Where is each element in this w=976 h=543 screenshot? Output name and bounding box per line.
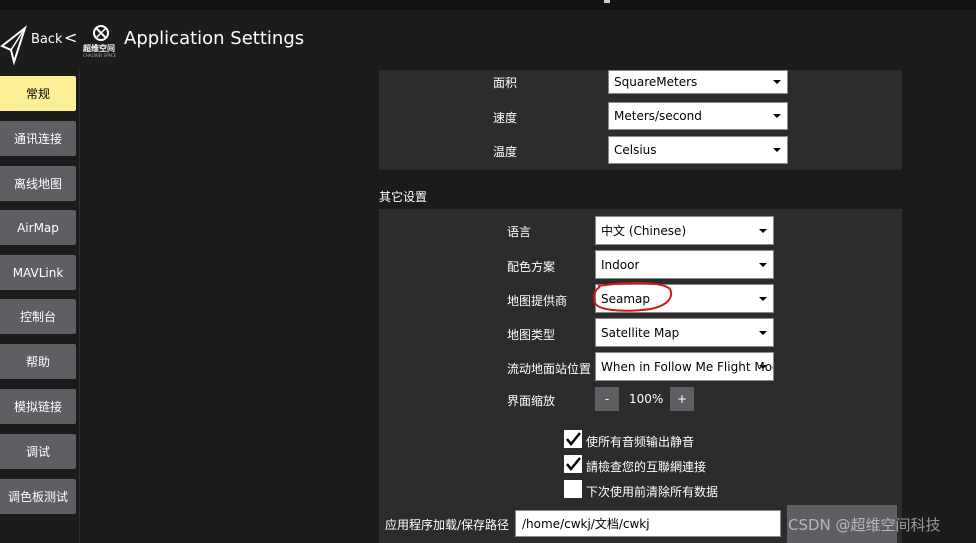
breadcrumb-separator: < <box>64 28 78 47</box>
mute-audio-checkbox[interactable] <box>564 430 582 448</box>
color-scheme-combo[interactable]: Indoor <box>595 250 774 279</box>
window-title-fragment <box>604 0 610 3</box>
clear-settings-checkbox[interactable] <box>564 480 582 498</box>
speed-units-value: Meters/second <box>614 109 702 123</box>
sidebar-item-mavlink[interactable]: MAVLink <box>0 255 76 290</box>
area-units-combo[interactable]: SquareMeters <box>608 70 788 94</box>
top-strip <box>0 0 976 10</box>
language-label: 语言 <box>507 225 532 239</box>
chevron-down-icon <box>759 296 767 301</box>
brand-logo-subtext: CHAOWEI SPACE <box>83 53 117 58</box>
temperature-units-value: Celsius <box>614 143 657 157</box>
color-scheme-value: Indoor <box>601 257 640 272</box>
other-settings-title: 其它设置 <box>379 190 428 204</box>
page-title: Application Settings <box>124 28 305 49</box>
ui-scale-label: 界面缩放 <box>507 394 556 408</box>
sidebar-item-airmap[interactable]: AirMap <box>0 210 76 245</box>
save-path-label: 应用程序加载/保存路径 <box>385 518 510 532</box>
paper-plane-icon[interactable] <box>0 24 28 66</box>
chevron-down-icon <box>773 148 781 152</box>
sidebar-item-label: MAVLink <box>12 265 64 280</box>
sidebar-item-palette-test[interactable]: 调色板测试 <box>0 479 76 514</box>
chevron-down-icon <box>759 228 767 233</box>
save-path-field[interactable]: /home/cwkj/文档/cwkj <box>515 510 781 537</box>
chevron-down-icon <box>759 364 767 369</box>
header-bar: Back < 超维空间 CHAOWEI SPACE Application Se… <box>0 10 976 70</box>
checkmark-icon <box>566 432 581 446</box>
red-annotation-circle <box>593 281 673 312</box>
language-value: 中文 (Chinese) <box>601 224 687 238</box>
sidebar-item-mock-link[interactable]: 模拟链接 <box>0 389 76 424</box>
language-combo[interactable]: 中文 (Chinese) <box>595 216 774 245</box>
gcs-position-combo[interactable]: When in Follow Me Flight Mode <box>595 352 774 381</box>
chevron-down-icon <box>773 114 781 118</box>
sidebar-item-label: 控制台 <box>19 310 56 324</box>
ui-scale-decrease-button[interactable]: - <box>595 387 619 411</box>
back-button[interactable]: Back <box>31 32 63 47</box>
sidebar-item-general[interactable]: 常规 <box>0 76 76 111</box>
speed-units-combo[interactable]: Meters/second <box>608 102 788 130</box>
mute-audio-label: 使所有音频输出静音 <box>586 435 695 449</box>
sidebar-item-label: AirMap <box>17 220 59 235</box>
sidebar-item-label: 调色板测试 <box>7 490 68 504</box>
temperature-label: 温度 <box>493 145 518 159</box>
map-type-label: 地图类型 <box>507 328 556 342</box>
gcs-position-label: 流动地面站位置 <box>507 362 592 376</box>
sidebar-item-help[interactable]: 帮助 <box>0 344 76 379</box>
sidebar-item-debug[interactable]: 调试 <box>0 434 76 469</box>
speed-label: 速度 <box>493 111 518 125</box>
map-provider-label: 地图提供商 <box>507 294 568 308</box>
sidebar-item-label: 通讯连接 <box>13 132 62 146</box>
chevron-down-icon <box>773 80 781 84</box>
clear-settings-label: 下次使用前清除所有数据 <box>586 485 719 499</box>
gcs-position-value: When in Follow Me Flight Mode <box>601 359 773 374</box>
sidebar-divider <box>79 70 80 543</box>
sidebar-item-label: 调试 <box>25 445 50 459</box>
sidebar-item-offline-maps[interactable]: 离线地图 <box>0 166 76 201</box>
sidebar-item-label: 离线地图 <box>13 177 62 191</box>
watermark: CSDN @超维空间科技 <box>788 516 941 534</box>
sidebar-item-label: 帮助 <box>25 355 50 369</box>
sidebar-item-label: 常规 <box>25 87 50 101</box>
checkmark-icon <box>566 457 581 471</box>
sidebar-item-comm-links[interactable]: 通讯连接 <box>0 121 76 156</box>
sidebar-item-console[interactable]: 控制台 <box>0 299 76 334</box>
ui-scale-increase-button[interactable]: + <box>670 387 694 411</box>
ui-scale-value: 100% <box>629 392 664 406</box>
save-path-value: /home/cwkj/文档/cwkj <box>522 517 650 531</box>
sidebar-item-label: 模拟链接 <box>13 400 62 414</box>
color-scheme-label: 配色方案 <box>507 260 556 274</box>
chevron-down-icon <box>759 330 767 335</box>
map-type-value: Satellite Map <box>601 325 680 340</box>
check-internet-label: 請檢查您的互聯網連接 <box>586 460 707 474</box>
area-units-value: SquareMeters <box>614 75 698 89</box>
check-internet-checkbox[interactable] <box>564 455 582 473</box>
chevron-down-icon <box>759 262 767 267</box>
temperature-units-combo[interactable]: Celsius <box>608 136 788 164</box>
map-type-combo[interactable]: Satellite Map <box>595 318 774 347</box>
area-label: 面积 <box>493 76 518 90</box>
